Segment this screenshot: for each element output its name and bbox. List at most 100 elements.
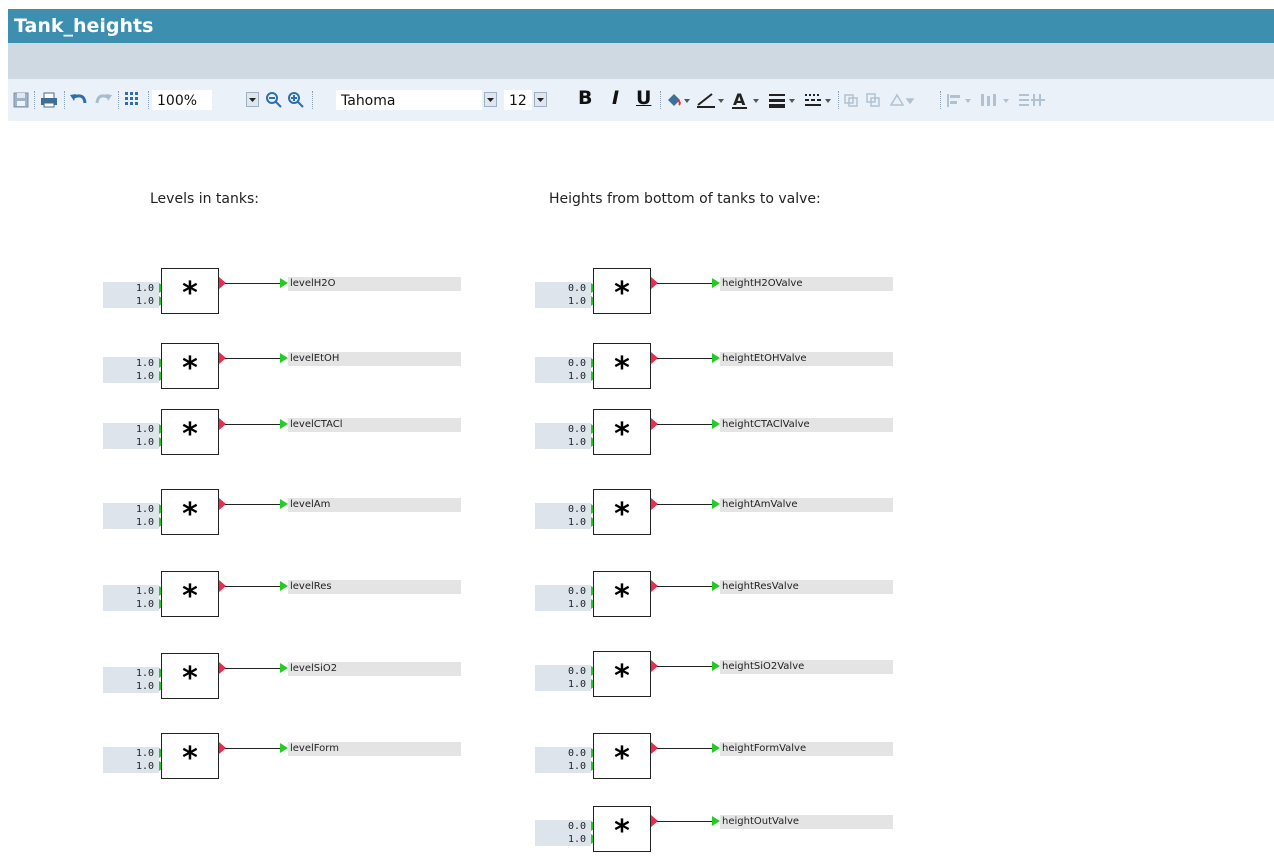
input-1-value[interactable]: 0.0 [535,820,591,833]
output-variable[interactable]: levelSiO2 [288,662,461,676]
connection-wire[interactable] [225,358,283,359]
zoom-select[interactable]: 100% [152,90,212,110]
output-variable[interactable]: levelRes [288,580,461,594]
input-2-value[interactable]: 1.0 [535,833,591,846]
multiply-block[interactable]: 0.0 1.0 * heightResValve [535,571,893,619]
multiply-operator[interactable]: * [161,653,219,699]
underline-button[interactable]: U [636,87,651,109]
input-1-value[interactable]: 1.0 [103,357,159,370]
multiply-operator[interactable]: * [593,806,651,852]
font-color-icon[interactable]: A [730,89,762,111]
font-size-select[interactable]: 12 [504,90,532,110]
input-1-value[interactable]: 0.0 [535,747,591,760]
output-variable[interactable]: levelH2O [288,277,461,291]
multiply-block[interactable]: 1.0 1.0 * levelH2O [103,268,461,316]
multiply-block[interactable]: 0.0 1.0 * heightSiO2Valve [535,651,893,699]
font-family-chevron-down-icon[interactable] [484,92,497,107]
connector-pin[interactable] [712,816,720,826]
input-1-value[interactable]: 1.0 [103,747,159,760]
input-2-value[interactable]: 1.0 [103,295,159,308]
connection-wire[interactable] [225,748,283,749]
output-variable[interactable]: levelEtOH [288,352,461,366]
multiply-operator[interactable]: * [161,489,219,535]
zoom-in-icon[interactable] [286,89,306,111]
multiply-operator[interactable]: * [593,733,651,779]
connector-pin[interactable] [712,419,720,429]
input-2-value[interactable]: 1.0 [535,516,591,529]
connector-pin[interactable] [280,278,288,288]
connector-pin[interactable] [280,419,288,429]
multiply-operator[interactable]: * [593,409,651,455]
connector-pin[interactable] [280,353,288,363]
zoom-dropdown-chevron-down-icon[interactable] [246,92,259,107]
connector-pin[interactable] [712,499,720,509]
line-width-icon[interactable] [766,89,798,111]
multiply-operator[interactable]: * [161,409,219,455]
connection-wire[interactable] [225,283,283,284]
input-1-value[interactable]: 0.0 [535,585,591,598]
connector-pin[interactable] [712,661,720,671]
connection-wire[interactable] [657,748,715,749]
connector-pin[interactable] [280,663,288,673]
multiply-operator[interactable]: * [593,268,651,314]
multiply-block[interactable]: 0.0 1.0 * heightEtOHValve [535,343,893,391]
input-2-value[interactable]: 1.0 [103,598,159,611]
output-variable[interactable]: heightCTAClValve [720,418,893,432]
multiply-block[interactable]: 1.0 1.0 * levelAm [103,489,461,537]
input-2-value[interactable]: 1.0 [535,760,591,773]
connection-wire[interactable] [657,586,715,587]
input-2-value[interactable]: 1.0 [103,760,159,773]
input-2-value[interactable]: 1.0 [103,680,159,693]
input-1-value[interactable]: 0.0 [535,357,591,370]
input-2-value[interactable]: 1.0 [535,370,591,383]
multiply-operator[interactable]: * [161,733,219,779]
multiply-operator[interactable]: * [593,651,651,697]
input-2-value[interactable]: 1.0 [535,295,591,308]
output-variable[interactable]: heightFormValve [720,742,893,756]
connector-pin[interactable] [280,499,288,509]
output-variable[interactable]: heightAmValve [720,498,893,512]
input-1-value[interactable]: 0.0 [535,503,591,516]
line-color-icon[interactable] [694,89,726,111]
multiply-block[interactable]: 0.0 1.0 * heightFormValve [535,733,893,781]
undo-icon[interactable] [68,89,90,111]
multiply-block[interactable]: 0.0 1.0 * heightCTAClValve [535,409,893,457]
redo-icon[interactable] [92,89,114,111]
multiply-operator[interactable]: * [593,343,651,389]
connector-pin[interactable] [712,353,720,363]
output-variable[interactable]: levelCTACl [288,418,461,432]
print-icon[interactable] [38,89,60,111]
multiply-operator[interactable]: * [161,343,219,389]
input-1-value[interactable]: 1.0 [103,667,159,680]
output-variable[interactable]: heightSiO2Valve [720,660,893,674]
connection-wire[interactable] [657,821,715,822]
italic-button[interactable]: I [612,87,619,109]
input-2-value[interactable]: 1.0 [103,436,159,449]
multiply-block[interactable]: 1.0 1.0 * levelCTACl [103,409,461,457]
multiply-operator[interactable]: * [593,489,651,535]
output-variable[interactable]: heightEtOHValve [720,352,893,366]
multiply-operator[interactable]: * [161,571,219,617]
connector-pin[interactable] [280,581,288,591]
connector-pin[interactable] [712,743,720,753]
connection-wire[interactable] [657,666,715,667]
connector-pin[interactable] [280,743,288,753]
output-variable[interactable]: heightResValve [720,580,893,594]
connector-pin[interactable] [712,278,720,288]
connection-wire[interactable] [225,504,283,505]
connection-wire[interactable] [657,504,715,505]
multiply-block[interactable]: 1.0 1.0 * levelSiO2 [103,653,461,701]
output-variable[interactable]: levelAm [288,498,461,512]
multiply-block[interactable]: 0.0 1.0 * heightOutValve [535,806,893,854]
connector-pin[interactable] [712,581,720,591]
input-1-value[interactable]: 0.0 [535,423,591,436]
input-2-value[interactable]: 1.0 [535,436,591,449]
connection-wire[interactable] [657,424,715,425]
connection-wire[interactable] [225,668,283,669]
input-1-value[interactable]: 1.0 [103,585,159,598]
input-2-value[interactable]: 1.0 [535,598,591,611]
multiply-block[interactable]: 1.0 1.0 * levelForm [103,733,461,781]
connection-wire[interactable] [657,358,715,359]
multiply-block[interactable]: 1.0 1.0 * levelEtOH [103,343,461,391]
input-2-value[interactable]: 1.0 [535,678,591,691]
